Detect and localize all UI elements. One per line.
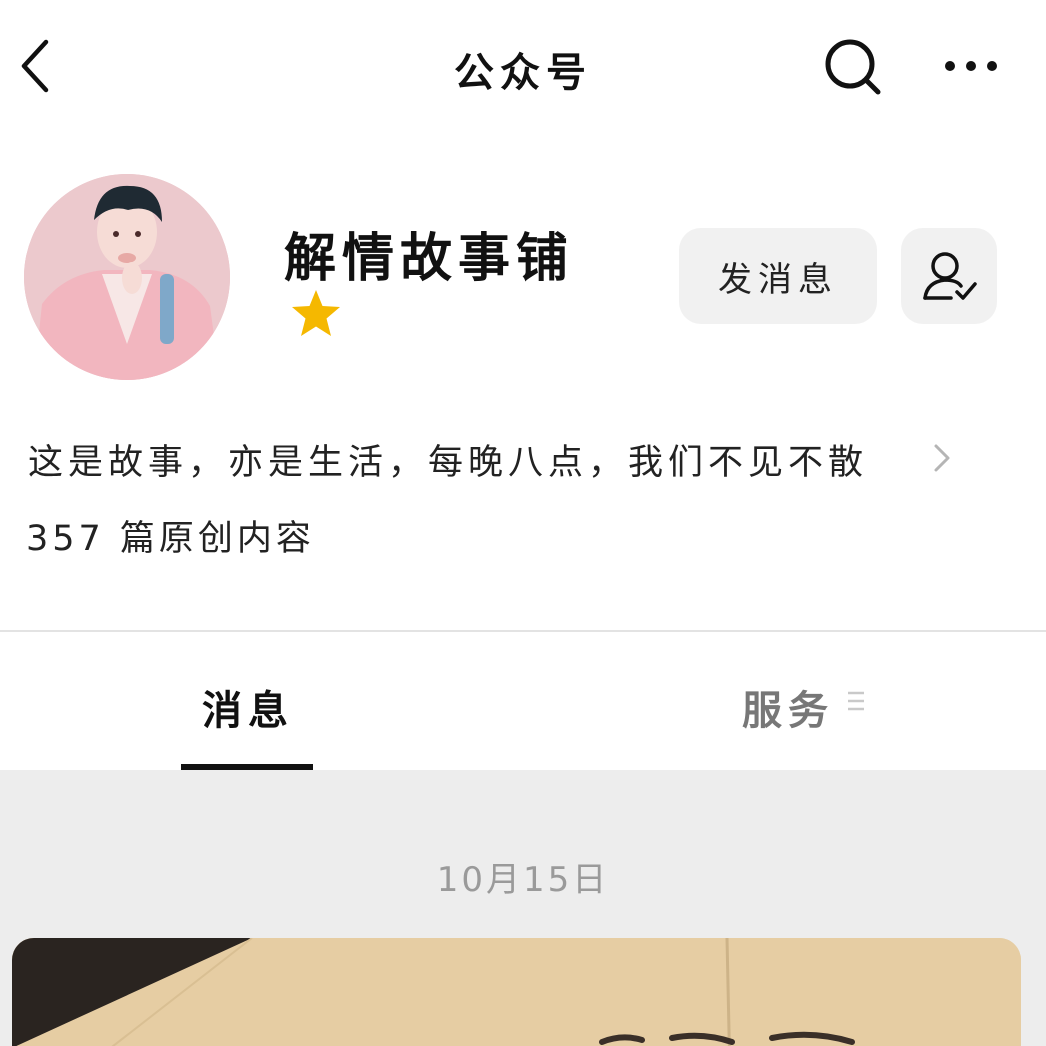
feed-date: 10月15日 (436, 860, 610, 900)
article-cover-image (12, 938, 1021, 1046)
avatar-illustration (24, 174, 230, 380)
top-nav-bar: 公众号 (0, 0, 1046, 135)
user-followed-icon (923, 252, 977, 300)
star-badge (288, 286, 344, 342)
account-avatar[interactable] (24, 174, 230, 380)
page-title: 公众号 (454, 50, 592, 96)
tab-services-label: 服务 (742, 688, 834, 734)
more-options-button[interactable] (938, 46, 1004, 86)
search-icon (825, 39, 881, 95)
send-message-button[interactable]: 发消息 (679, 228, 877, 324)
account-intro: 这是故事，亦是生活，每晚八点，我们不见不散 (28, 443, 869, 483)
star-icon (292, 290, 340, 336)
menu-lines-icon (848, 691, 864, 711)
tab-bar: 消息 服务 (0, 632, 1046, 770)
tab-messages[interactable]: 消息 (170, 632, 326, 770)
original-article-count[interactable]: 357 篇原创内容 (26, 510, 315, 561)
search-button[interactable] (822, 36, 884, 98)
followed-button[interactable] (901, 228, 997, 324)
chevron-right-icon (926, 438, 956, 478)
tab-services[interactable]: 服务 (730, 632, 880, 770)
account-intro-row[interactable]: 这是故事，亦是生活，每晚八点，我们不见不散 (28, 428, 1018, 484)
message-feed: 10月15日 (0, 770, 1046, 1046)
account-profile: 解情故事铺 发消息 (0, 160, 1046, 400)
article-card[interactable] (12, 938, 1021, 1046)
more-horizontal-icon (945, 61, 997, 71)
tab-messages-label: 消息 (202, 688, 294, 734)
account-name: 解情故事铺 (284, 229, 575, 289)
